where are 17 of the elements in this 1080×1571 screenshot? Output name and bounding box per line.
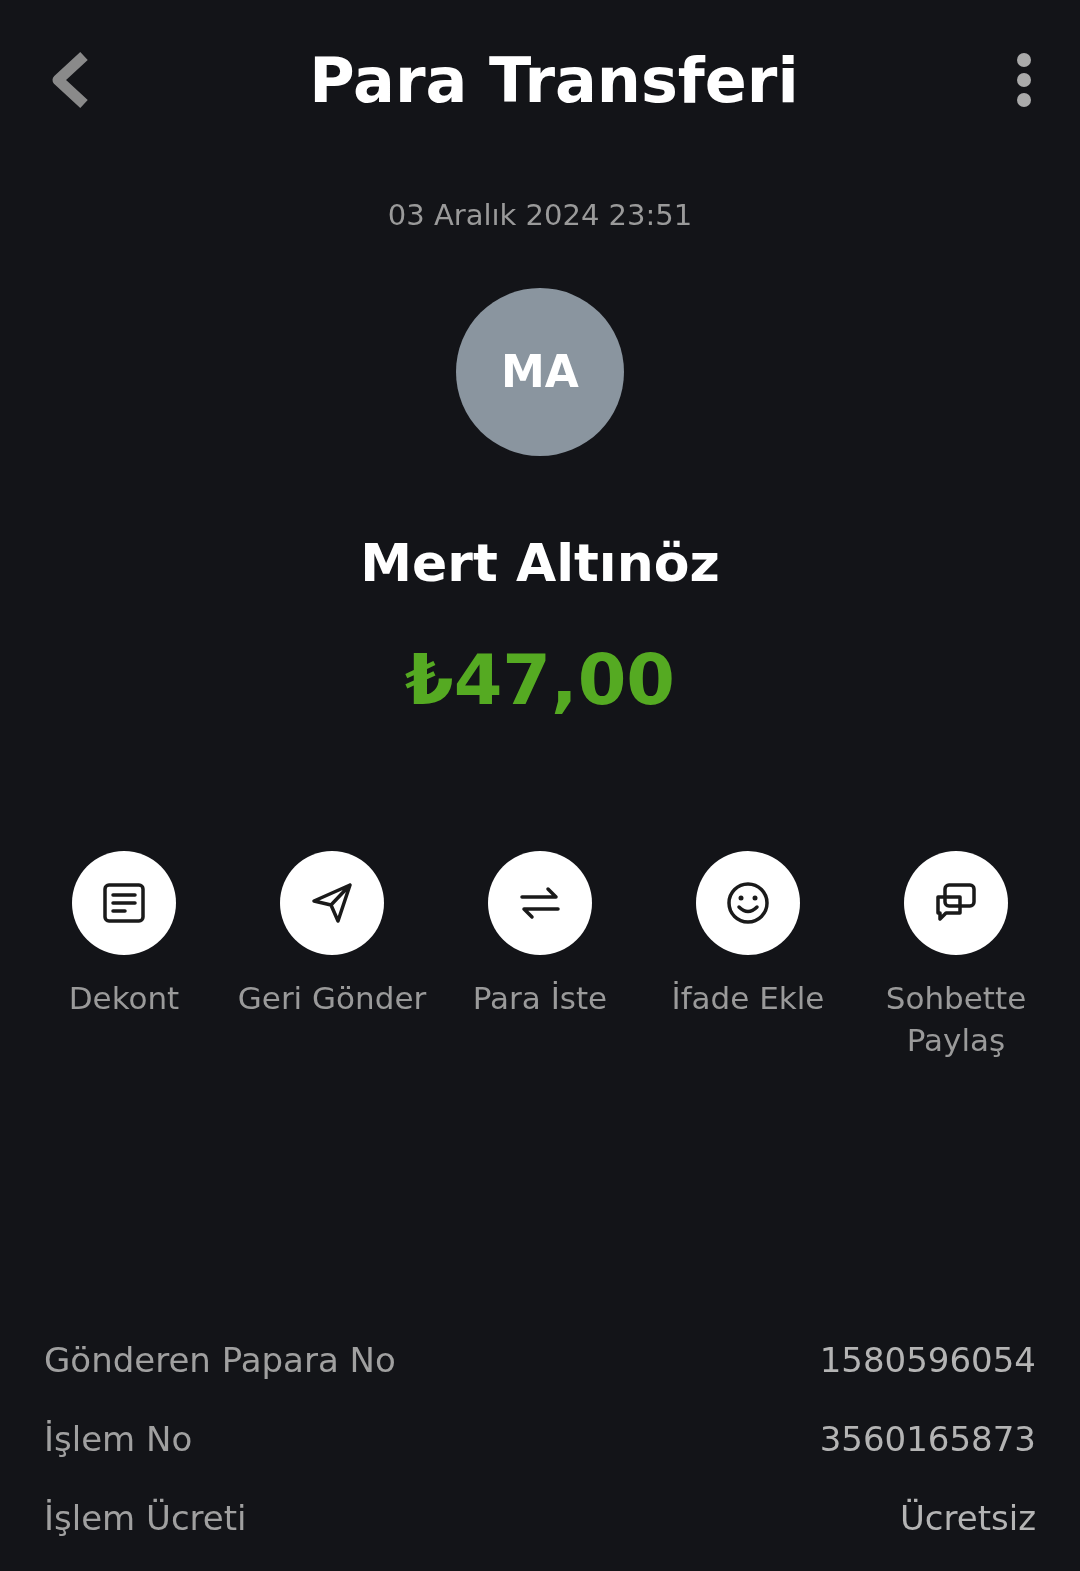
action-label[interactable]: Geri Gönder (237, 976, 427, 1019)
action-label[interactable]: Dekont (68, 976, 180, 1019)
page-title: Para Transferi (309, 42, 799, 119)
avatar: MA (456, 287, 624, 456)
detail-label: İşlem Ücreti (44, 1496, 247, 1540)
transfer-date: 03 Aralık 2024 23:51 (387, 197, 693, 234)
detail-value: Ücretsiz (899, 1496, 1036, 1540)
amount: ₺47,00 (404, 637, 676, 723)
detail-value: 1580596054 (819, 1338, 1036, 1382)
detail-label: İşlem No (44, 1417, 193, 1461)
recipient-name: Mert Altınöz (360, 531, 720, 595)
detail-label: Gönderen Papara No (44, 1338, 396, 1382)
more-icon[interactable] (1016, 52, 1032, 108)
action-label[interactable]: Para İste (472, 976, 608, 1019)
action-label[interactable]: İfade Ekle (671, 976, 825, 1019)
action-label[interactable]: Sohbette Paylaş (852, 976, 1060, 1061)
detail-value: 3560165873 (819, 1417, 1036, 1461)
